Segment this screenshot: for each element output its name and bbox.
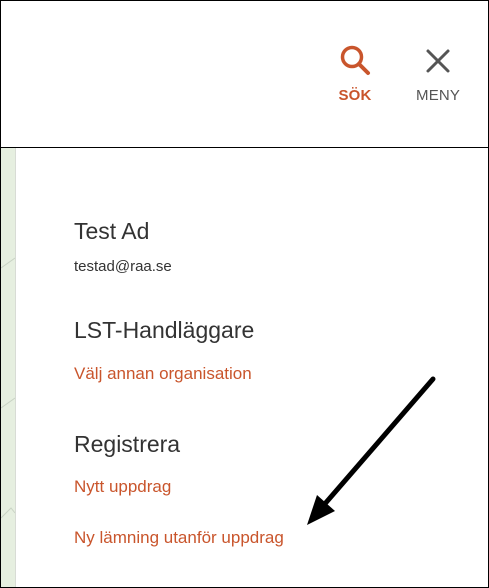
- search-icon: [340, 45, 370, 75]
- new-assignment-link[interactable]: Nytt uppdrag: [74, 477, 171, 497]
- close-icon: [426, 49, 450, 73]
- menu-close-button[interactable]: MENY: [416, 43, 460, 104]
- role-title: LST-Handläggare: [74, 317, 255, 343]
- register-section-title: Registrera: [74, 431, 181, 457]
- new-remain-outside-assignment-link[interactable]: Ny lämning utanför uppdrag: [74, 528, 284, 548]
- search-button[interactable]: SÖK: [337, 43, 373, 104]
- menu-window: SÖK MENY Test Ad testad@raa.se LST-Handl…: [0, 0, 489, 588]
- map-lines: [1, 257, 15, 519]
- top-header: SÖK MENY: [1, 1, 488, 148]
- search-label: SÖK: [338, 87, 372, 104]
- menu-panel: Test Ad testad@raa.se LST-Handläggare Vä…: [16, 148, 488, 587]
- change-organisation-link[interactable]: Välj annan organisation: [74, 364, 252, 384]
- user-email: testad@raa.se: [74, 258, 172, 275]
- map-background-edge: [1, 148, 16, 587]
- user-name: Test Ad: [74, 218, 150, 244]
- menu-label: MENY: [416, 87, 461, 104]
